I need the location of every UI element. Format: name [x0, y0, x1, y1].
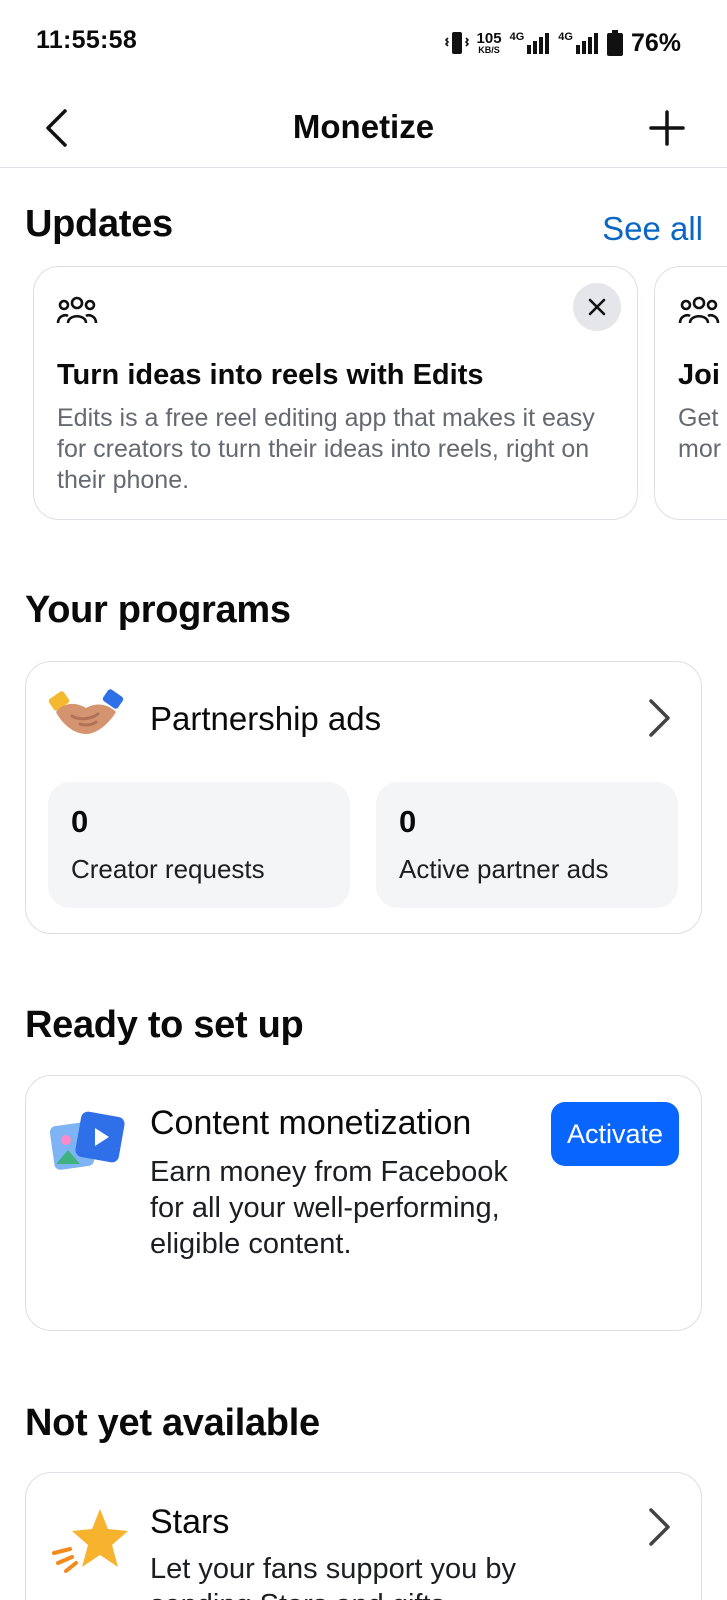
stars-description: Let your fans support you by sending Sta…: [150, 1553, 516, 1600]
page-title: Monetize: [292, 108, 435, 145]
handshake-icon: [46, 684, 126, 753]
content-media-icon: [48, 1110, 128, 1181]
activate-button[interactable]: Activate: [550, 1102, 679, 1166]
update-card[interactable]: Joi Get mor: [654, 266, 727, 520]
net-speed-value: 105: [476, 30, 502, 47]
update-card[interactable]: Turn ideas into reels with Edits Edits i…: [33, 266, 638, 520]
update-body: Edits is a free reel editing app that ma…: [57, 404, 595, 494]
stat-value: 0: [399, 804, 417, 839]
signal-icon-2: 4G: [558, 31, 599, 55]
program-card-partnership-ads: Partnership ads 0 Creator requests 0 Act…: [25, 661, 702, 934]
update-body: Get mor: [678, 403, 727, 465]
updates-heading: Updates: [25, 203, 173, 245]
signal-label-2: 4G: [558, 31, 573, 43]
status-time: 11:55:58: [36, 26, 138, 54]
chevron-right-icon: [647, 1507, 671, 1552]
stars-title: Stars: [150, 1503, 230, 1541]
update-body-line: mor: [678, 435, 722, 463]
signal-icon-1: 4G: [510, 31, 551, 55]
chevron-right-icon: [647, 698, 671, 743]
program-name: Partnership ads: [150, 700, 382, 737]
dismiss-update-button[interactable]: [573, 283, 621, 331]
group-icon: [678, 295, 720, 332]
signal-label-1: 4G: [509, 31, 525, 43]
content-monetization-title: Content monetization: [150, 1104, 472, 1142]
battery-percent: 76%: [630, 28, 681, 57]
content-monetization-card[interactable]: Content monetization Earn money from Fac…: [25, 1075, 702, 1331]
net-speed: 105 KB/S: [477, 31, 502, 55]
vibrate-icon: [444, 30, 469, 56]
stat-active-partner-ads[interactable]: 0 Active partner ads: [376, 782, 678, 908]
programs-heading: Your programs: [25, 589, 291, 631]
updates-carousel[interactable]: Turn ideas into reels with Edits Edits i…: [0, 266, 727, 522]
app-header: Monetize: [0, 86, 727, 168]
stars-card[interactable]: Stars Let your fans support you by sendi…: [25, 1472, 702, 1600]
battery-icon: [606, 30, 623, 56]
update-body-line: Get: [678, 404, 719, 432]
close-icon: [588, 298, 606, 316]
stat-label: Creator requests: [71, 854, 265, 884]
status-icons: 105 KB/S 4G 4G 76%: [444, 26, 681, 60]
stat-label: Active partner ads: [399, 854, 609, 884]
partnership-ads-row[interactable]: Partnership ads: [26, 662, 701, 774]
ready-heading: Ready to set up: [25, 1004, 304, 1046]
update-title: Joi: [678, 359, 720, 391]
stat-value: 0: [71, 804, 89, 839]
see-all-link[interactable]: See all: [602, 210, 703, 248]
stat-creator-requests[interactable]: 0 Creator requests: [48, 782, 350, 908]
status-bar: 11:55:58 105 KB/S 4G 4G 76%: [0, 0, 727, 86]
content-monetization-description: Earn money from Facebook for all your we…: [150, 1156, 508, 1260]
group-icon: [56, 295, 98, 332]
star-icon: [50, 1505, 130, 1580]
net-speed-unit: KB/S: [478, 45, 500, 55]
not-available-heading: Not yet available: [25, 1402, 320, 1444]
plus-icon: [649, 110, 685, 146]
update-title: Turn ideas into reels with Edits: [57, 359, 484, 391]
add-button[interactable]: [643, 104, 691, 152]
